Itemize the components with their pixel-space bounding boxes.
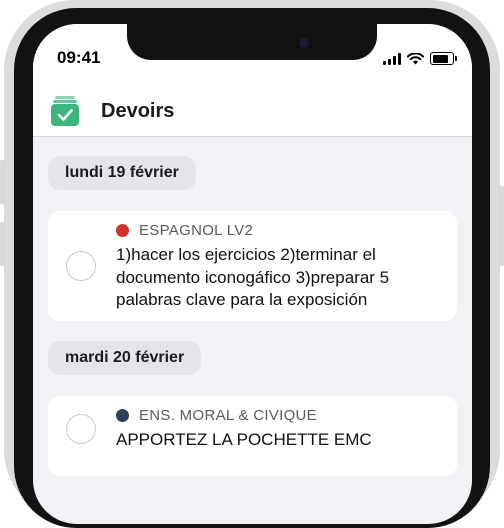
front-camera [295,34,313,52]
subject-name: ENS. MORAL & CIVIQUE [139,407,317,424]
phone-volume-up-button [0,160,6,204]
cellular-signal-icon [383,52,401,65]
notch [127,24,377,60]
subject-label: ESPAGNOL LV2 [116,222,253,239]
subject-name: ESPAGNOL LV2 [139,222,254,239]
done-checkbox[interactable] [66,414,96,444]
status-icons [383,52,457,65]
battery-icon [430,52,457,65]
wifi-icon [407,52,424,64]
app-header: Devoirs [33,88,472,137]
phone-power-button [498,186,504,266]
subject-label: ENS. MORAL & CIVIQUE [116,407,317,424]
homework-card[interactable]: ENS. MORAL & CIVIQUE APPORTEZ LA POCHETT… [48,396,457,476]
battery-fill [432,54,448,63]
homework-checkbox-icon [51,96,79,126]
subject-color-dot [116,224,129,237]
task-description: 1)hacer los ejercicios 2)terminar el doc… [116,245,390,309]
screen: 09:41 Devoirs lundi 19 février ESPAGNOL … [33,24,472,524]
page-title: Devoirs [101,100,175,122]
day-header: mardi 20 février [48,341,202,375]
homework-card[interactable]: ESPAGNOL LV2 1)hacer los ejercicios 2)te… [48,211,457,321]
subject-color-dot [116,409,129,422]
day-header: lundi 19 février [48,156,196,190]
phone-volume-down-button [0,222,6,266]
task-description: APPORTEZ LA POCHETTE EMC [116,430,372,449]
status-time: 09:41 [57,48,101,67]
done-checkbox[interactable] [66,251,96,281]
